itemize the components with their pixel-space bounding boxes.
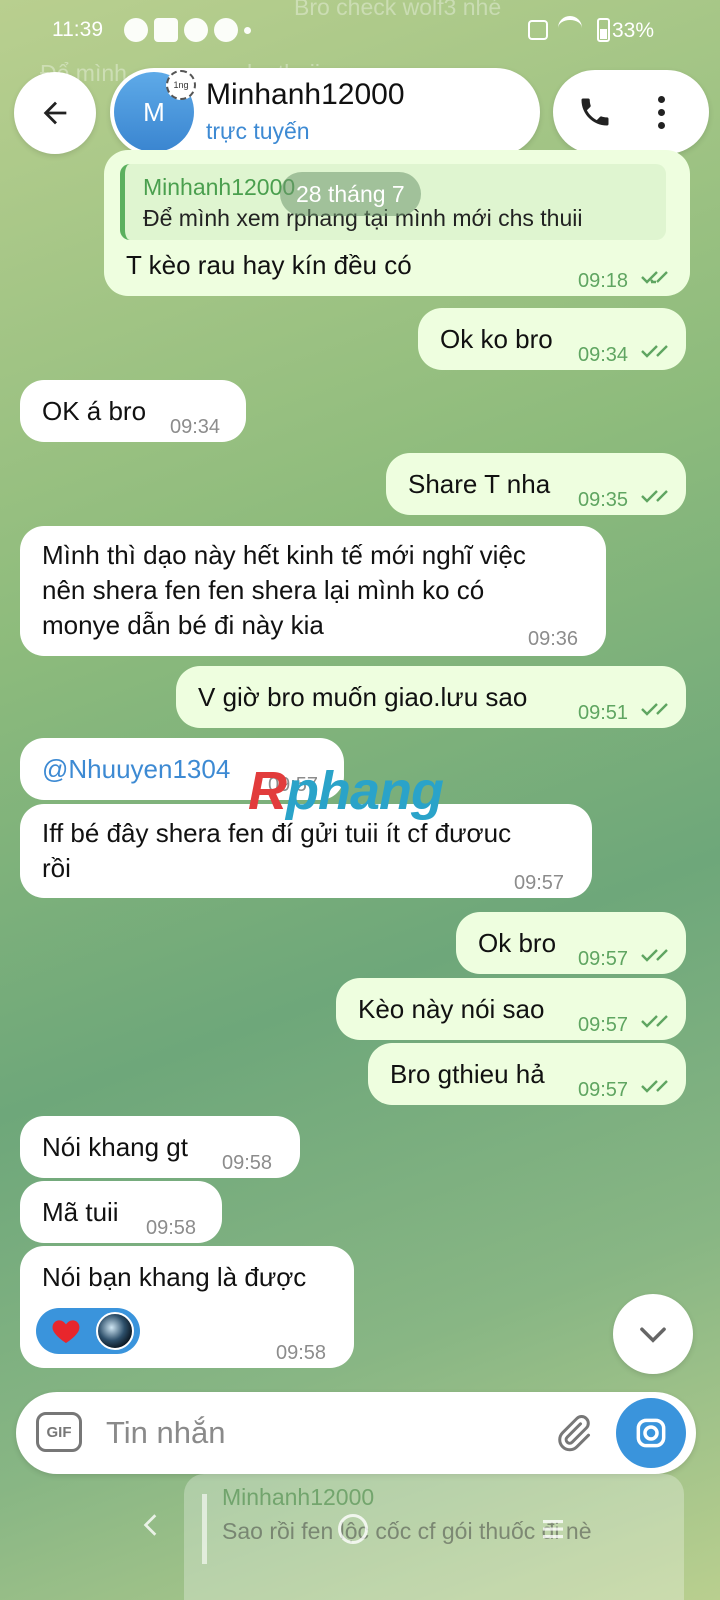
nav-back-icon[interactable] (138, 1512, 164, 1538)
message-time: 09:35 (578, 489, 629, 511)
message-bubble-incoming[interactable]: Nói bạn khang là được 09:58 (20, 1246, 354, 1368)
back-button[interactable] (14, 72, 96, 154)
call-button[interactable] (573, 90, 617, 134)
ghost-reply-text: Sao rồi fen lộc cốc cf gói thuốc đi nè (222, 1518, 592, 1544)
message-time: 09:57 (578, 948, 629, 970)
auto-delete-timer-icon: 1ng (166, 70, 196, 100)
paperclip-icon (558, 1415, 590, 1452)
message-time: 09:58 (276, 1342, 327, 1364)
message-time: 09:36 (528, 628, 579, 650)
message-time: 09:51 (578, 702, 629, 724)
double-check-icon (641, 271, 668, 284)
message-text: Mình thì dạo này hết kinh tế mới nghĩ vi… (42, 540, 526, 640)
message-bubble-outgoing[interactable]: Ok bro 09:57 (456, 912, 686, 974)
double-check-icon (641, 949, 668, 962)
reply-author: Minhanh12000 (143, 174, 296, 200)
app-notification-icon (124, 18, 148, 42)
nav-home-icon[interactable] (338, 1514, 368, 1544)
ghost-message: Bro check wolf3 nhé (294, 0, 502, 20)
online-status: trực tuyến (206, 118, 310, 144)
battery-icon (597, 18, 610, 42)
nav-recents-icon[interactable] (538, 1514, 568, 1544)
message-text: V giờ bro muốn giao.lưu sao (198, 682, 528, 712)
reactor-avatar[interactable] (96, 1312, 134, 1350)
header-actions (553, 70, 709, 154)
message-bubble-incoming[interactable]: Nói khang gt 09:58 (20, 1116, 300, 1178)
message-text: Mã tuii (42, 1197, 119, 1227)
message-bubble-incoming[interactable]: OK á bro 09:34 (20, 380, 246, 442)
camera-icon (636, 1418, 666, 1448)
message-input[interactable] (106, 1410, 526, 1456)
watermark-logo: Rphang (248, 761, 444, 821)
scroll-to-bottom-button[interactable] (613, 1294, 693, 1374)
message-bubble-incoming[interactable]: Mình thì dạo này hết kinh tế mới nghĩ vi… (20, 526, 606, 656)
double-check-icon (641, 1080, 668, 1093)
message-bubble-outgoing[interactable]: Share T nha 09:35 (386, 453, 686, 515)
ghost-reply-preview: Minhanh12000 Sao rồi fen lộc cốc cf gói … (184, 1474, 684, 1600)
double-check-icon (641, 703, 668, 716)
double-check-icon (641, 1015, 668, 1028)
message-text: Bro gthieu hả (390, 1059, 545, 1089)
chevron-down-icon (640, 1327, 666, 1343)
message-bubble-outgoing[interactable]: Bro gthieu hả 09:57 (368, 1043, 686, 1105)
more-options-button[interactable] (641, 88, 681, 136)
message-text: OK á bro (42, 396, 147, 426)
message-reactions[interactable] (36, 1308, 140, 1354)
vibrate-icon (528, 20, 548, 40)
double-check-icon (641, 345, 668, 358)
app-notification-icon (214, 18, 238, 42)
date-separator: 28 tháng 7 (280, 172, 421, 216)
status-time: 11:39 (52, 18, 103, 41)
arrow-left-icon (43, 101, 67, 125)
double-check-icon (641, 490, 668, 503)
heart-reaction-icon[interactable] (48, 1313, 84, 1349)
mail-icon (154, 18, 178, 42)
gif-button[interactable]: GIF (36, 1412, 82, 1452)
message-time: 09:57 (514, 872, 565, 894)
message-time: 09:58 (146, 1217, 197, 1239)
message-time: 09:34 (170, 416, 221, 438)
notification-icons (124, 18, 251, 42)
message-composer: GIF (16, 1392, 696, 1474)
message-bubble-outgoing[interactable]: Kèo này nói sao 09:57 (336, 978, 686, 1040)
message-text: T kèo rau hay kín đều có (126, 250, 412, 280)
battery-percent: 33% (611, 19, 654, 42)
ghost-reply-author: Minhanh12000 (222, 1484, 375, 1510)
camera-button[interactable] (616, 1398, 686, 1468)
message-text: Kèo này nói sao (358, 994, 545, 1024)
phone-icon (581, 98, 609, 126)
message-time: 09:18 (578, 270, 629, 292)
message-bubble-incoming[interactable]: Mã tuii 09:58 (20, 1181, 222, 1243)
wifi-icon (558, 16, 582, 40)
message-bubble-outgoing[interactable]: V giờ bro muốn giao.lưu sao 09:51 (176, 666, 686, 728)
more-notifications-icon (244, 27, 251, 34)
message-text: Share T nha (408, 469, 551, 499)
chat-header[interactable]: M 1ng Minhanh12000 trực tuyến (110, 68, 540, 156)
message-time: 09:58 (222, 1152, 273, 1174)
message-text: Iff bé đây shera fen đí gửi tuii ít cf đ… (42, 818, 512, 883)
message-text: Ok bro (478, 928, 557, 958)
user-mention-link[interactable]: @Nhuuyen1304 (42, 752, 230, 787)
attach-button[interactable] (550, 1410, 596, 1456)
message-text: Nói khang gt (42, 1132, 188, 1162)
message-time: 09:34 (578, 344, 629, 366)
message-time: 09:57 (578, 1014, 629, 1036)
message-text: Nói bạn khang là được (42, 1262, 307, 1292)
app-notification-icon (184, 18, 208, 42)
message-time: 09:57 (578, 1079, 629, 1101)
more-vertical-icon (657, 95, 665, 103)
message-text: Ok ko bro (440, 324, 553, 354)
message-bubble-outgoing[interactable]: Ok ko bro 09:34 (418, 308, 686, 370)
chat-title: Minhanh12000 (206, 78, 405, 111)
